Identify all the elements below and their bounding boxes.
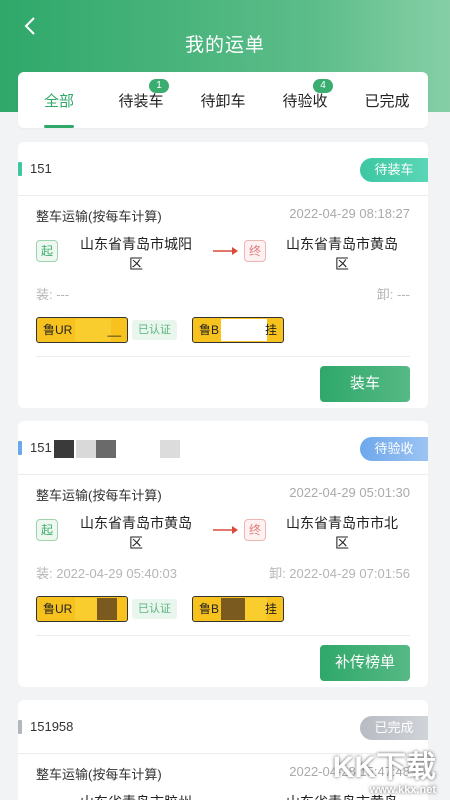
order-card[interactable]: 151 待验收 整车运输(按每车计算) 2022-04-29 05:01:30 … (18, 421, 428, 687)
plate-mask (75, 598, 97, 620)
divider (36, 635, 410, 636)
trailer-plate: 鲁B 挂 (192, 317, 284, 343)
order-card[interactable]: 151 待装车 整车运输(按每车计算) 2022-04-29 08:18:27 … (18, 142, 428, 408)
arrow-right-icon (213, 526, 238, 534)
plate-mask (221, 319, 267, 341)
destination-address: 山东省青岛市黄岛 区 (274, 234, 410, 274)
redaction-block (160, 440, 180, 458)
service-type: 整车运输(按每车计算) (36, 488, 162, 503)
card-header: 151 待装车 (18, 142, 428, 196)
address-line: 山东省青岛市黄岛 (80, 515, 192, 531)
redaction-block (76, 440, 96, 458)
end-tag: 终 (244, 240, 266, 262)
order-code: 151 (30, 161, 52, 176)
tab-pending-loading[interactable]: 待装车 1 (100, 72, 182, 128)
accent-bar (18, 441, 22, 455)
end-tag: 终 (244, 519, 266, 541)
unload-time: 卸: --- (376, 287, 410, 302)
plate-text: 鲁B (199, 323, 220, 337)
address-line: 山东省青岛市胶州 (68, 792, 204, 800)
tab-label: 全部 (43, 92, 74, 110)
upload-weighbill-button[interactable]: 补传榜单 (320, 645, 410, 681)
count-badge: 1 (149, 79, 169, 93)
origin-address: 山东省青岛市城阳 区 (68, 234, 204, 274)
count-badge: 4 (313, 79, 333, 93)
plate-mask (221, 598, 245, 620)
address-line: 山东省青岛市黄岛 (286, 236, 398, 252)
tab-all[interactable]: 全部 (18, 72, 100, 128)
tab-pending-inspection[interactable]: 待验收 4 (264, 72, 346, 128)
order-code: 151958 (30, 719, 74, 734)
status-badge: 待验收 (360, 437, 428, 461)
tab-completed[interactable]: 已完成 (346, 72, 428, 128)
redaction-block (54, 440, 74, 458)
load-time: 装: 2022-04-29 05:40:03 (36, 566, 177, 581)
address-line: 区 (335, 535, 349, 551)
plate-mask (97, 598, 117, 620)
status-tabs: 全部 待装车 1 待卸车 待验收 4 已完成 (18, 72, 428, 128)
accent-bar (18, 720, 22, 734)
arrow-right-icon (213, 247, 238, 255)
divider (36, 356, 410, 357)
plate-suffix: __ (107, 323, 121, 337)
address-line: 山东省青岛市市北 (286, 515, 398, 531)
verified-badge: 已认证 (132, 320, 177, 340)
trailer-plate: 鲁B 挂 (192, 596, 284, 622)
origin-address: 山东省青岛市黄岛 区 (68, 513, 204, 553)
status-badge: 已完成 (360, 716, 428, 740)
plate-mask (245, 598, 267, 620)
watermark-logo: KK下载 www.kkx.net (330, 742, 440, 800)
load-button[interactable]: 装车 (320, 366, 410, 402)
unload-time: 卸: 2022-04-29 07:01:56 (269, 566, 410, 581)
destination-address: 山东省青岛市市北 区 (274, 513, 410, 553)
order-time: 2022-04-29 08:18:27 (289, 206, 410, 221)
redaction-block (96, 440, 116, 458)
page-title: 我的运单 (184, 35, 265, 56)
plate-text: 鲁UR (43, 602, 73, 616)
service-type: 整车运输(按每车计算) (36, 767, 162, 782)
address-line: 区 (129, 535, 143, 551)
order-code: 151 (30, 440, 52, 455)
truck-plate: 鲁UR __ (36, 317, 128, 343)
plate-mask (75, 319, 111, 341)
plate-suffix: 挂 (264, 602, 277, 616)
tab-label: 待卸车 (200, 92, 246, 110)
plate-suffix: 挂 (264, 323, 277, 337)
status-badge: 待装车 (360, 158, 428, 182)
verified-badge: 已认证 (132, 599, 177, 619)
start-tag: 起 (36, 240, 58, 262)
order-time: 2022-04-29 05:01:30 (289, 485, 410, 500)
watermark-brand: KK下载 (332, 751, 436, 784)
load-time: 装: --- (36, 287, 70, 302)
plate-text: 鲁B (199, 602, 220, 616)
origin-address: 山东省青岛市胶州 (68, 792, 204, 800)
service-type: 整车运输(按每车计算) (36, 209, 162, 224)
tab-pending-unloading[interactable]: 待卸车 (182, 72, 264, 128)
active-tab-indicator (44, 125, 74, 128)
address-line: 山东省青岛市城阳 (80, 236, 192, 252)
accent-bar (18, 162, 22, 176)
address-line: 区 (129, 256, 143, 272)
plate-text: 鲁UR (43, 323, 73, 337)
watermark-url: www.kkx.net (369, 784, 436, 796)
truck-plate: 鲁UR (36, 596, 128, 622)
tab-label: 已完成 (364, 92, 410, 110)
address-line: 区 (335, 256, 349, 272)
start-tag: 起 (36, 519, 58, 541)
